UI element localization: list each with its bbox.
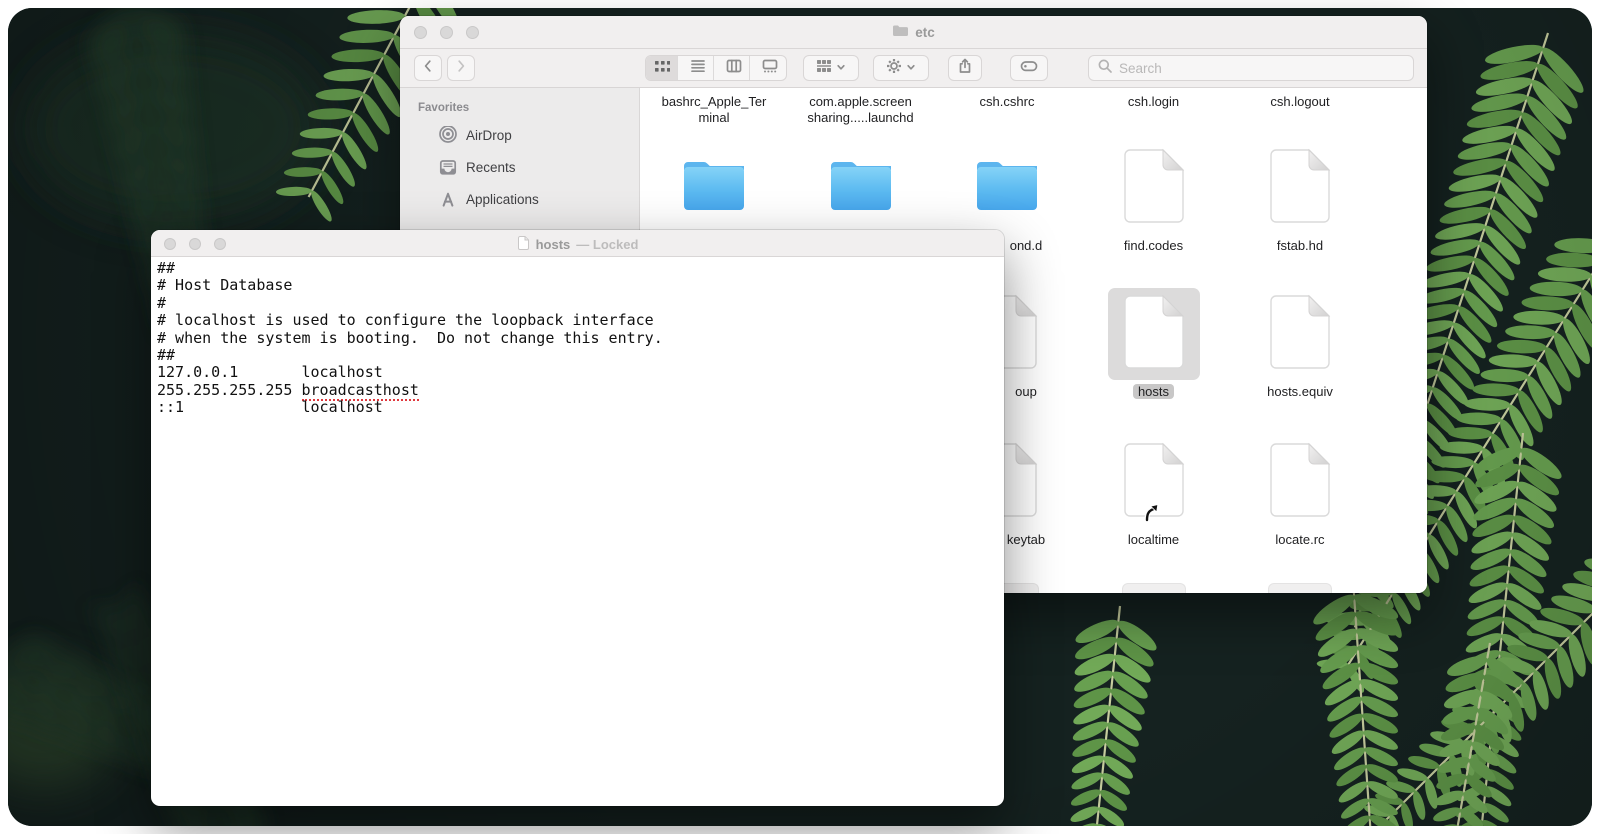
- file-find.codes[interactable]: find.codes: [1081, 142, 1227, 254]
- group-grid-icon: [816, 58, 832, 79]
- gallery-view-button[interactable]: [754, 56, 786, 80]
- misspelled-word: broadcasthost: [301, 380, 419, 401]
- share-button[interactable]: [948, 55, 982, 81]
- search-input[interactable]: [1117, 59, 1401, 77]
- textedit-window: hosts — Locked ## # Host Database # # lo…: [151, 230, 1004, 806]
- file-item[interactable]: [641, 142, 787, 238]
- window-title: etc: [400, 24, 1427, 40]
- window-title-text: hosts: [535, 237, 571, 252]
- file-hosts[interactable]: hosts: [1081, 288, 1227, 400]
- document-icon: [1123, 294, 1185, 375]
- sidebar-item-applications[interactable]: Applications: [408, 184, 631, 214]
- sidebar-item-label: Applications: [466, 191, 539, 207]
- columns-icon: [726, 58, 742, 79]
- folder-icon: [975, 160, 1039, 217]
- folder-mini-icon: [892, 24, 909, 40]
- applications-icon: [438, 191, 458, 208]
- file-label[interactable]: csh.login: [1081, 94, 1227, 110]
- file-icon-peek: [1121, 583, 1186, 593]
- sidebar-item-airdrop[interactable]: AirDrop: [408, 120, 631, 150]
- folder-icon: [682, 160, 746, 217]
- list-icon: [690, 58, 706, 79]
- magnifier-icon: [1097, 58, 1113, 79]
- file-locate.rc[interactable]: locate.rc: [1227, 436, 1373, 548]
- alias-arrow-icon: [1142, 502, 1162, 527]
- file-fstab.hd[interactable]: fstab.hd: [1227, 142, 1373, 254]
- chevron-left-icon: [420, 58, 436, 79]
- sidebar-item-label: Recents: [466, 159, 516, 175]
- icon-view-button[interactable]: [646, 56, 679, 80]
- document-icon: [1269, 148, 1331, 229]
- chevron-down-icon: [836, 59, 846, 77]
- action-button[interactable]: [873, 55, 929, 81]
- folder-icon: [829, 160, 893, 217]
- group-button[interactable]: [803, 55, 859, 81]
- document-mini-icon: [517, 235, 530, 254]
- window-title: hosts — Locked: [151, 235, 1004, 254]
- textedit-titlebar[interactable]: hosts — Locked: [151, 230, 1004, 257]
- chevron-right-icon: [453, 58, 469, 79]
- airdrop-icon: [438, 126, 458, 144]
- sidebar-item-label: AirDrop: [466, 127, 512, 143]
- tags-button[interactable]: [1010, 55, 1048, 81]
- file-hosts.equiv[interactable]: hosts.equiv: [1227, 288, 1373, 400]
- sidebar-item-recents[interactable]: Recents: [408, 152, 631, 182]
- forward-button[interactable]: [447, 55, 475, 81]
- file-item[interactable]: [788, 142, 934, 238]
- finder-titlebar[interactable]: etc: [400, 16, 1427, 49]
- document-icon: [1269, 442, 1331, 523]
- hosts-file-text[interactable]: ## # Host Database # # localhost is used…: [151, 257, 1004, 420]
- file-label[interactable]: csh.logout: [1227, 94, 1373, 110]
- document-icon: [1123, 148, 1185, 229]
- search-field[interactable]: [1088, 55, 1414, 81]
- list-view-button[interactable]: [682, 56, 715, 80]
- locked-badge: — Locked: [576, 237, 639, 252]
- chevron-down-icon: [906, 59, 916, 77]
- file-localtime[interactable]: localtime: [1081, 436, 1227, 548]
- file-label[interactable]: bashrc_Apple_Ter minal: [641, 94, 787, 126]
- document-icon: [1269, 294, 1331, 375]
- finder-toolbar: [400, 49, 1427, 88]
- file-icon-peek: [1268, 583, 1332, 593]
- file-label[interactable]: csh.cshrc: [934, 94, 1080, 110]
- window-title-text: etc: [915, 24, 935, 40]
- gallery-icon: [762, 58, 778, 79]
- view-segmented-control: [645, 55, 787, 81]
- gear-icon: [886, 58, 902, 79]
- tag-icon: [1020, 58, 1038, 79]
- column-view-button[interactable]: [718, 56, 751, 80]
- file-label[interactable]: com.apple.screen sharing.....launchd: [788, 94, 934, 126]
- back-button[interactable]: [414, 55, 442, 81]
- sidebar-section-favorites: Favorites: [418, 102, 470, 114]
- share-icon: [957, 58, 973, 79]
- grid-icon: [654, 58, 671, 79]
- recents-icon: [438, 159, 458, 176]
